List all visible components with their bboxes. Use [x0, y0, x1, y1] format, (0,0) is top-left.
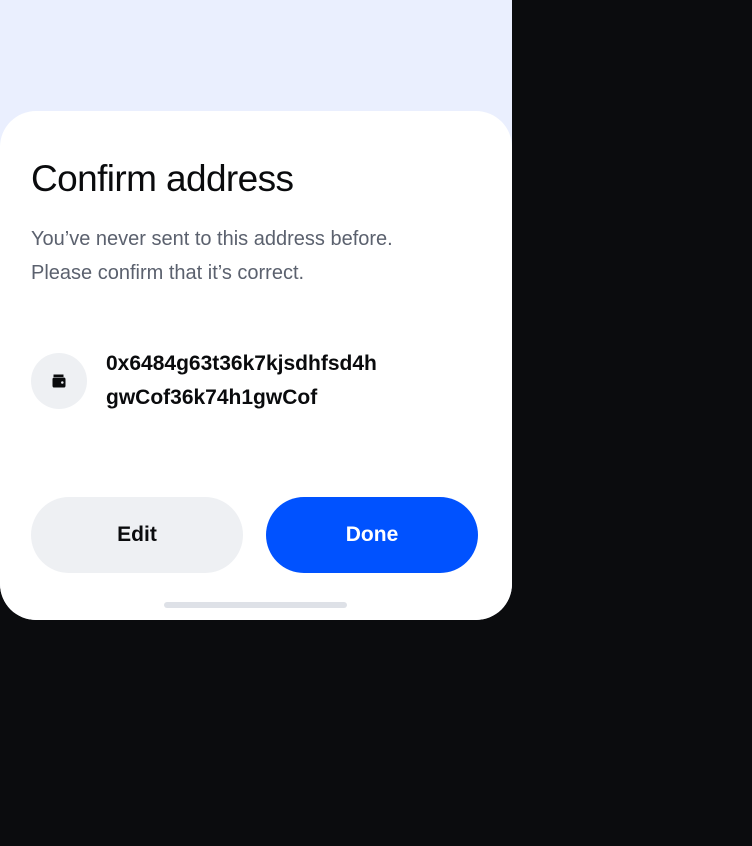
description-line: Please confirm that it’s correct. — [31, 262, 305, 284]
description-line: You’ve never sent to this address before… — [31, 228, 393, 250]
address-line: 0x6484g63t36k7kjsdhfsd4h — [106, 352, 377, 375]
confirm-address-sheet: Confirm address You’ve never sent to thi… — [0, 111, 512, 620]
sheet-title: Confirm address — [31, 158, 294, 199]
wallet-icon — [52, 374, 66, 388]
sheet-description: You’ve never sent to this address before… — [31, 222, 491, 290]
home-indicator[interactable] — [164, 602, 347, 608]
wallet-avatar — [31, 353, 87, 409]
address-row: 0x6484g63t36k7kjsdhfsd4h gwCof36k74h1gwC… — [31, 347, 491, 417]
wallet-address: 0x6484g63t36k7kjsdhfsd4h gwCof36k74h1gwC… — [106, 347, 377, 415]
address-line: gwCof36k74h1gwCof — [106, 386, 318, 409]
done-button[interactable]: Done — [266, 497, 478, 573]
edit-button[interactable]: Edit — [31, 497, 243, 573]
